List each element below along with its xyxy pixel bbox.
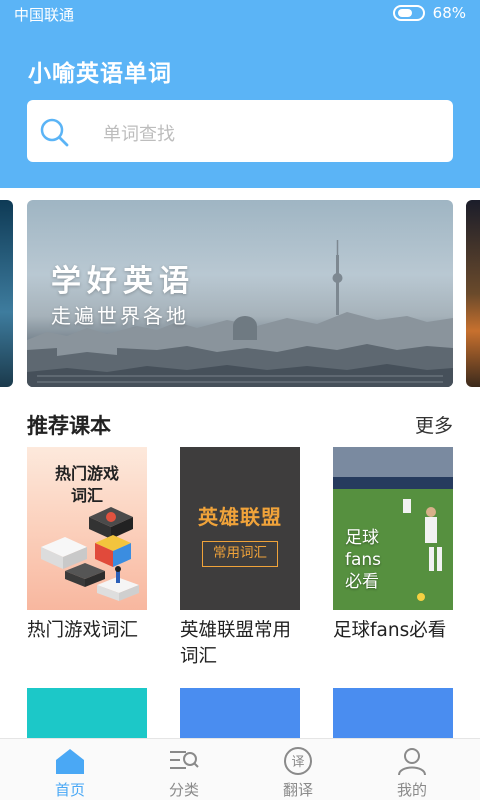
battery-status: 68%: [392, 4, 466, 22]
book-title: 英雄联盟常用词汇: [180, 620, 292, 667]
book-cover: 足球 fans 必看: [333, 447, 453, 610]
tab-label: 翻译: [282, 781, 313, 799]
tab-translate[interactable]: 译 翻译: [250, 739, 346, 800]
search-input[interactable]: 单词查找: [27, 100, 453, 162]
more-link[interactable]: 更多: [415, 411, 453, 438]
tab-label: 我的: [396, 781, 427, 799]
tab-profile[interactable]: 我的: [364, 739, 460, 800]
tab-label: 首页: [54, 781, 85, 799]
book-card-next-2[interactable]: [180, 688, 300, 738]
book-card-next-1[interactable]: [27, 688, 147, 738]
translate-icon: 译: [284, 747, 312, 775]
book-card-lol-vocab[interactable]: 英雄联盟 常用词汇 英雄联盟常用词汇: [180, 447, 300, 670]
battery-percent: 68%: [432, 4, 466, 22]
cover-title: 英雄联盟: [198, 505, 282, 529]
search-icon: [40, 118, 69, 147]
book-cover: 英雄联盟 常用词汇: [180, 447, 300, 610]
isometric-blocks-illustration: [41, 507, 139, 601]
cover-title: 足球 fans 必看: [345, 528, 382, 592]
search-placeholder: 单词查找: [103, 124, 175, 145]
book-card-soccer[interactable]: 足球 fans 必看 足球fans必看: [333, 447, 453, 644]
tab-label: 分类: [168, 781, 199, 799]
header: 中国联通 68% 小喻英语单词 单词查找: [0, 0, 480, 188]
banner-prev-peek[interactable]: [0, 200, 13, 387]
book-title: 足球fans必看: [333, 620, 447, 641]
app-title: 小喻英语单词: [28, 61, 172, 87]
cover-tag: 常用词汇: [202, 541, 278, 567]
banner-title: 学好英语: [51, 264, 195, 299]
tab-category[interactable]: 分类: [136, 739, 232, 800]
profile-icon: [398, 748, 426, 776]
banner-subtitle: 走遍世界各地: [51, 304, 189, 328]
status-bar: 中国联通 68%: [0, 0, 480, 28]
home-icon: [56, 749, 84, 774]
banner-next-peek[interactable]: [466, 200, 480, 387]
bottom-tab-bar: 首页 分类 译 翻译 我的: [0, 738, 480, 800]
book-card-game-vocab[interactable]: 热门游戏 词汇 热门游戏词汇: [27, 447, 147, 644]
book-title: 热门游戏词汇: [27, 620, 139, 641]
svg-text:译: 译: [291, 755, 304, 770]
section-title: 推荐课本: [27, 414, 111, 438]
banner[interactable]: 学好英语 走遍世界各地: [27, 200, 453, 387]
book-cover: 热门游戏 词汇: [27, 447, 147, 610]
tab-home[interactable]: 首页: [22, 739, 118, 800]
book-card-next-3[interactable]: [333, 688, 453, 738]
battery-icon: [392, 5, 425, 21]
category-icon: [170, 751, 199, 769]
carrier-label: 中国联通: [14, 6, 75, 24]
